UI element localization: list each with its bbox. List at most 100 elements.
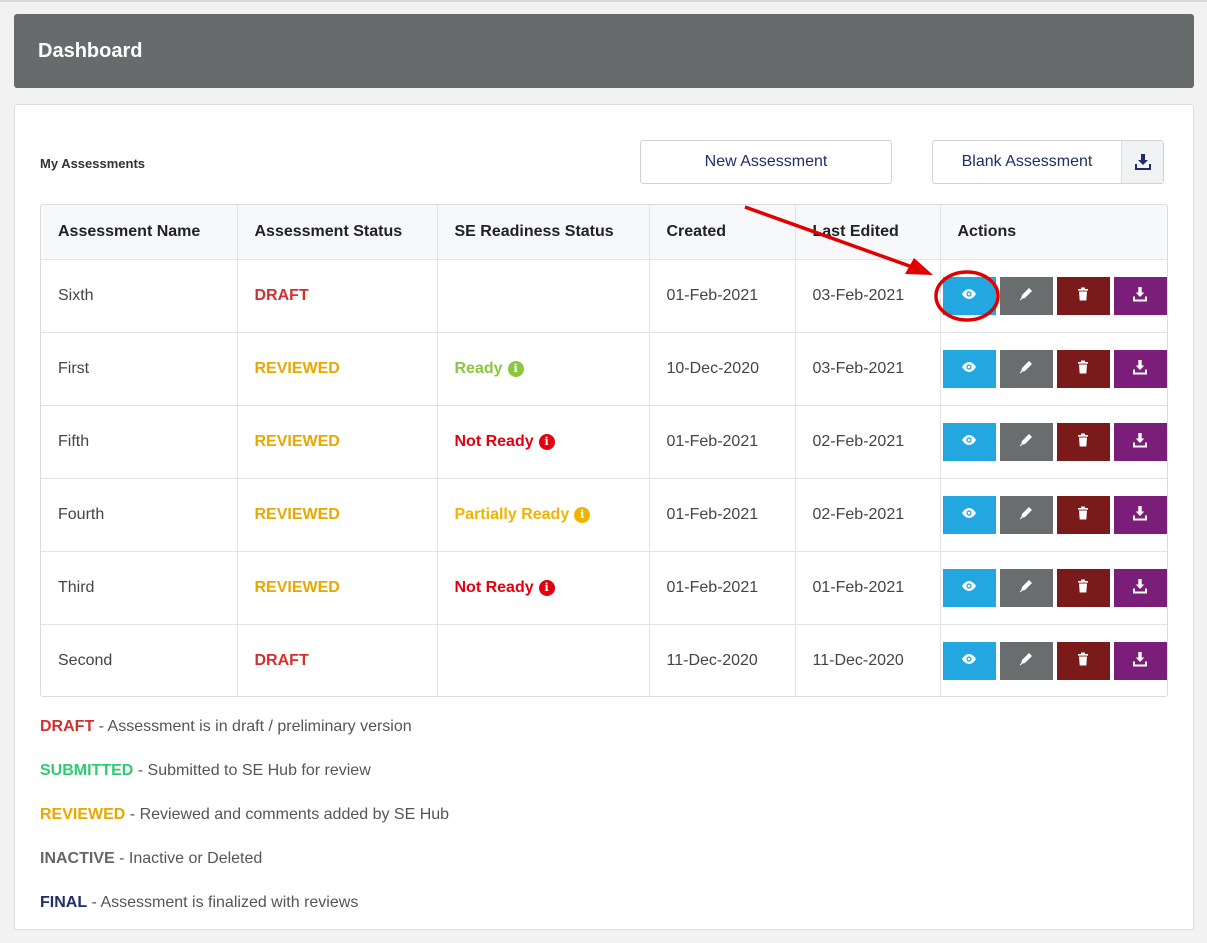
legend-item: SUBMITTED - Submitted to SE Hub for revi… xyxy=(40,761,449,805)
view-button[interactable] xyxy=(942,276,996,315)
delete-button[interactable] xyxy=(1056,349,1110,388)
readiness-cell: Partially Ready i xyxy=(437,478,650,551)
assessment-status-cell-text: DRAFT xyxy=(254,651,309,669)
last-edited-cell-text: 01-Feb-2021 xyxy=(812,578,905,596)
actions-cell xyxy=(940,405,1167,478)
edit-button[interactable] xyxy=(999,349,1053,388)
created-cell-text: 01-Feb-2021 xyxy=(666,286,759,304)
created-cell: 01-Feb-2021 xyxy=(649,551,796,624)
column-header: Created xyxy=(649,205,796,259)
table-header-row: Assessment Name Assessment Status SE Readi… xyxy=(41,205,1167,259)
edit-button[interactable] xyxy=(999,495,1053,534)
download-button[interactable] xyxy=(1113,276,1167,315)
download-button[interactable] xyxy=(1113,641,1167,680)
edit-button[interactable] xyxy=(999,422,1053,461)
page-title: Dashboard xyxy=(38,39,143,62)
trash-icon xyxy=(1075,505,1091,524)
download-icon xyxy=(1132,505,1148,524)
readiness-cell: Not Ready i xyxy=(437,551,650,624)
download-icon xyxy=(1132,578,1148,597)
assessment-status-cell-text: REVIEWED xyxy=(254,359,340,377)
legend-description: - Inactive or Deleted xyxy=(114,850,263,867)
readiness-label: Partially Ready xyxy=(454,505,570,523)
dashboard-header: Dashboard xyxy=(14,14,1194,88)
info-icon[interactable]: i xyxy=(538,433,555,450)
assessment-status-cell-text: REVIEWED xyxy=(254,578,340,596)
new-assessment-button[interactable]: New Assessment xyxy=(640,140,892,184)
trash-icon xyxy=(1075,286,1091,305)
delete-button[interactable] xyxy=(1056,276,1110,315)
download-icon xyxy=(1132,651,1148,670)
readiness-status: Ready i xyxy=(455,360,524,378)
assessment-name-cell: First xyxy=(41,332,238,405)
download-icon xyxy=(1132,286,1148,305)
column-header: Assessment Status xyxy=(237,205,438,259)
info-icon[interactable]: i xyxy=(574,506,591,523)
table-row: Second DRAFT 11-Dec-2020 11-Dec-2020 xyxy=(41,624,1167,696)
eye-icon xyxy=(961,432,977,451)
edit-button[interactable] xyxy=(999,276,1053,315)
assessment-name-cell-text: Fifth xyxy=(58,432,90,450)
download-button[interactable] xyxy=(1113,568,1167,607)
assessment-name-cell: Second xyxy=(41,624,238,696)
edit-button[interactable] xyxy=(999,568,1053,607)
legend-item: FINAL - Assessment is finalized with rev… xyxy=(40,893,449,937)
legend-item: REVIEWED - Reviewed and comments added b… xyxy=(40,805,449,849)
delete-button[interactable] xyxy=(1056,641,1110,680)
created-cell: 11-Dec-2020 xyxy=(649,624,796,696)
assessments-table: Assessment Name Assessment Status SE Readi… xyxy=(40,204,1168,697)
download-button[interactable] xyxy=(1113,349,1167,388)
created-cell: 01-Feb-2021 xyxy=(649,478,796,551)
blank-assessment-button[interactable]: Blank Assessment xyxy=(932,140,1164,184)
assessment-name-cell-text: Second xyxy=(58,651,113,669)
download-button[interactable] xyxy=(1113,495,1167,534)
legend-description: - Assessment is in draft / preliminary v… xyxy=(94,718,412,735)
readiness-label: Not Ready xyxy=(454,432,534,450)
actions-cell xyxy=(940,624,1167,696)
view-button[interactable] xyxy=(942,422,996,461)
delete-button[interactable] xyxy=(1056,568,1110,607)
readiness-cell xyxy=(437,624,650,696)
eye-icon xyxy=(961,505,977,524)
actions-cell xyxy=(940,259,1167,332)
view-button[interactable] xyxy=(942,349,996,388)
section-title: My Assessments xyxy=(40,156,146,171)
eye-icon xyxy=(961,286,977,305)
last-edited-cell-text: 03-Feb-2021 xyxy=(812,286,905,304)
download-icon[interactable] xyxy=(1121,141,1163,183)
last-edited-cell: 03-Feb-2021 xyxy=(795,259,941,332)
created-cell: 01-Feb-2021 xyxy=(649,405,796,478)
status-legend: DRAFT - Assessment is in draft / prelimi… xyxy=(40,717,449,937)
readiness-cell: Not Ready i xyxy=(437,405,650,478)
view-button[interactable] xyxy=(942,641,996,680)
assessment-status-cell-text: DRAFT xyxy=(254,286,309,304)
download-button[interactable] xyxy=(1113,422,1167,461)
assessment-name-cell: Sixth xyxy=(41,259,238,332)
table-row: First REVIEWED Ready i 10-Dec-2020 03-Feb-202… xyxy=(41,332,1167,405)
actions-cell xyxy=(940,332,1167,405)
created-cell-text: 01-Feb-2021 xyxy=(666,432,759,450)
created-cell-text: 10-Dec-2020 xyxy=(666,359,760,377)
info-icon[interactable]: i xyxy=(538,579,555,596)
edit-button[interactable] xyxy=(999,641,1053,680)
last-edited-cell: 01-Feb-2021 xyxy=(795,551,941,624)
legend-term: INACTIVE xyxy=(40,850,115,867)
created-cell-text: 11-Dec-2020 xyxy=(666,651,758,669)
top-border xyxy=(0,0,1207,2)
assessment-status-cell-text: REVIEWED xyxy=(254,432,340,450)
download-icon xyxy=(1132,432,1148,451)
delete-button[interactable] xyxy=(1056,495,1110,534)
info-icon[interactable]: i xyxy=(507,360,524,377)
assessment-name-cell-text: First xyxy=(58,359,90,377)
last-edited-cell: 03-Feb-2021 xyxy=(795,332,941,405)
eye-icon xyxy=(961,651,977,670)
created-cell: 01-Feb-2021 xyxy=(649,259,796,332)
legend-description: - Reviewed and comments added by SE Hub xyxy=(125,806,450,823)
assessment-status-cell: REVIEWED xyxy=(237,551,438,624)
view-button[interactable] xyxy=(942,495,996,534)
view-button[interactable] xyxy=(942,568,996,607)
delete-button[interactable] xyxy=(1056,422,1110,461)
legend-term: DRAFT xyxy=(40,718,95,735)
created-cell: 10-Dec-2020 xyxy=(649,332,796,405)
legend-term: FINAL xyxy=(40,894,88,911)
